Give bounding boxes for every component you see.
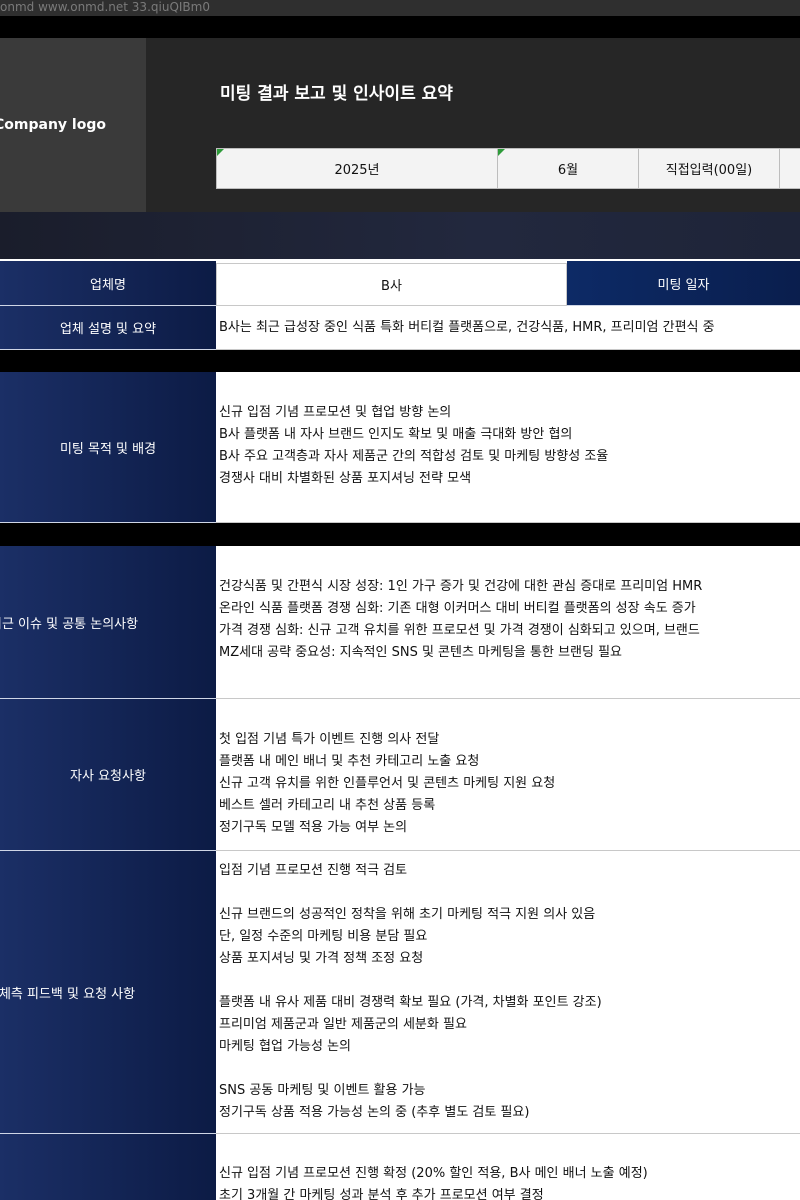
feedback-line: 정기구독 상품 적용 가능성 논의 중 (추후 별도 검토 필요) — [219, 1105, 530, 1120]
feedback-spacer — [219, 970, 800, 992]
meeting-date-label: 미팅 일자 — [567, 261, 800, 306]
feedback-line: 신규 브랜드의 성공적인 정착을 위해 초기 마케팅 적극 지원 의사 있음 — [219, 907, 596, 922]
summary-text: B사는 최근 급성장 중인 식품 특화 버티컬 플랫폼으로, 건강식품, HMR… — [219, 319, 715, 335]
summary-cell[interactable]: B사는 최근 급성장 중인 식품 특화 버티컬 플랫폼으로, 건강식품, HMR… — [216, 306, 800, 350]
divider-bar — [0, 16, 800, 38]
feedback-label: 업체측 피드백 및 요청 사항 — [0, 851, 216, 1134]
requests-cell[interactable]: 첫 입점 기념 특가 이벤트 진행 의사 전달 플랫폼 내 메인 배너 및 추천… — [216, 699, 800, 851]
purpose-cell[interactable]: 신규 입점 기념 프로모션 및 협업 방향 논의 B사 플랫폼 내 자사 브랜드… — [216, 372, 800, 523]
section-divider — [0, 350, 800, 372]
result-cell[interactable]: 신규 입점 기념 프로모션 진행 확정 (20% 할인 적용, B사 메인 배너… — [216, 1134, 800, 1200]
company-label: 업체명 — [0, 261, 216, 306]
month-value: 6월 — [557, 163, 579, 178]
purpose-line: 경쟁사 대비 차별화된 상품 포지셔닝 전략 모색 — [219, 471, 472, 486]
feedback-spacer — [219, 1058, 800, 1080]
company-name-cell[interactable]: B사 — [216, 263, 567, 306]
year-value: 2025년 — [334, 163, 380, 178]
result-label — [0, 1134, 216, 1200]
day-cell[interactable]: 직접입력(00일) — [638, 148, 780, 189]
request-line: 첫 입점 기념 특가 이벤트 진행 의사 전달 — [219, 732, 440, 747]
company-logo: Company logo — [0, 38, 146, 212]
month-cell[interactable]: 6월 — [497, 148, 639, 189]
request-line: 신규 고객 유치를 위한 인플루언서 및 콘텐츠 마케팅 지원 요청 — [219, 776, 556, 791]
purpose-label: 미팅 목적 및 배경 — [0, 372, 216, 523]
page-title: 미팅 결과 보고 및 인사이트 요약 — [220, 84, 453, 104]
feedback-cell[interactable]: 입점 기념 프로모션 진행 적극 검토 신규 브랜드의 성공적인 정착을 위해 … — [216, 851, 800, 1134]
request-line: 베스트 셀러 카테고리 내 추천 상품 등록 — [219, 798, 436, 813]
feedback-line: 단, 일정 수준의 마케팅 비용 분담 필요 — [219, 929, 428, 944]
day-value: 직접입력(00일) — [665, 163, 753, 178]
watermark-text: onmd www.onmd.net 33.qiuQIBm0 — [0, 0, 210, 14]
requests-label: 자사 요청사항 — [0, 699, 216, 851]
feedback-line: 플랫폼 내 유사 제품 대비 경쟁력 확보 필요 (가격, 차별화 포인트 강조… — [219, 995, 602, 1010]
feedback-label-text: 업체측 피드백 및 요청 사항 — [0, 986, 136, 1002]
feedback-line: SNS 공동 마케팅 및 이벤트 활용 가능 — [219, 1083, 426, 1098]
feedback-line: 프리미엄 제품군과 일반 제품군의 세분화 필요 — [219, 1017, 467, 1032]
cell-comment-marker-icon — [217, 149, 224, 156]
issue-line: MZ세대 공략 중요성: 지속적인 SNS 및 콘텐츠 마케팅을 통한 브랜딩 … — [219, 645, 623, 660]
section-divider — [0, 523, 800, 546]
issue-line: 건강식품 및 간편식 시장 성장: 1인 가구 증가 및 건강에 대한 관심 증… — [219, 579, 703, 594]
cell-comment-marker-icon — [498, 149, 505, 156]
year-cell[interactable]: 2025년 — [216, 148, 498, 189]
purpose-line: 신규 입점 기념 프로모션 및 협업 방향 논의 — [219, 405, 452, 420]
feedback-line: 상품 포지셔닝 및 가격 정책 조정 요청 — [219, 951, 424, 966]
feedback-line: 입점 기념 프로모션 진행 적극 검토 — [219, 863, 408, 878]
extra-cell[interactable] — [779, 148, 800, 189]
issues-cell[interactable]: 건강식품 및 간편식 시장 성장: 1인 가구 증가 및 건강에 대한 관심 증… — [216, 546, 800, 699]
feedback-spacer — [219, 882, 800, 904]
request-line: 플랫폼 내 메인 배너 및 추천 카테고리 노출 요청 — [219, 754, 480, 769]
company-logo-text: Company logo — [0, 117, 106, 133]
header-band — [0, 212, 800, 259]
issue-line: 온라인 식품 플랫폼 경쟁 심화: 기존 대형 이커머스 대비 버티컬 플랫폼의… — [219, 601, 696, 616]
issues-label-text: 최근 이슈 및 공통 논의사항 — [0, 616, 139, 632]
request-line: 정기구독 모델 적용 가능 여부 논의 — [219, 820, 408, 835]
issue-line: 가격 경쟁 심화: 신규 고객 유치를 위한 프로모션 및 가격 경쟁이 심화되… — [219, 623, 700, 638]
feedback-line: 마케팅 협업 가능성 논의 — [219, 1039, 351, 1054]
issues-label: 최근 이슈 및 공통 논의사항 — [0, 546, 216, 699]
purpose-line: B사 플랫폼 내 자사 브랜드 인지도 확보 및 매출 극대화 방안 협의 — [219, 427, 573, 442]
result-line: 신규 입점 기념 프로모션 진행 확정 (20% 할인 적용, B사 메인 배너… — [219, 1166, 648, 1181]
summary-label: 업체 설명 및 요약 — [0, 306, 216, 350]
result-line: 초기 3개월 간 마케팅 성과 분석 후 추가 프로모션 여부 결정 — [219, 1188, 544, 1200]
purpose-line: B사 주요 고객층과 자사 제품군 간의 적합성 검토 및 마케팅 방향성 조율 — [219, 449, 609, 464]
